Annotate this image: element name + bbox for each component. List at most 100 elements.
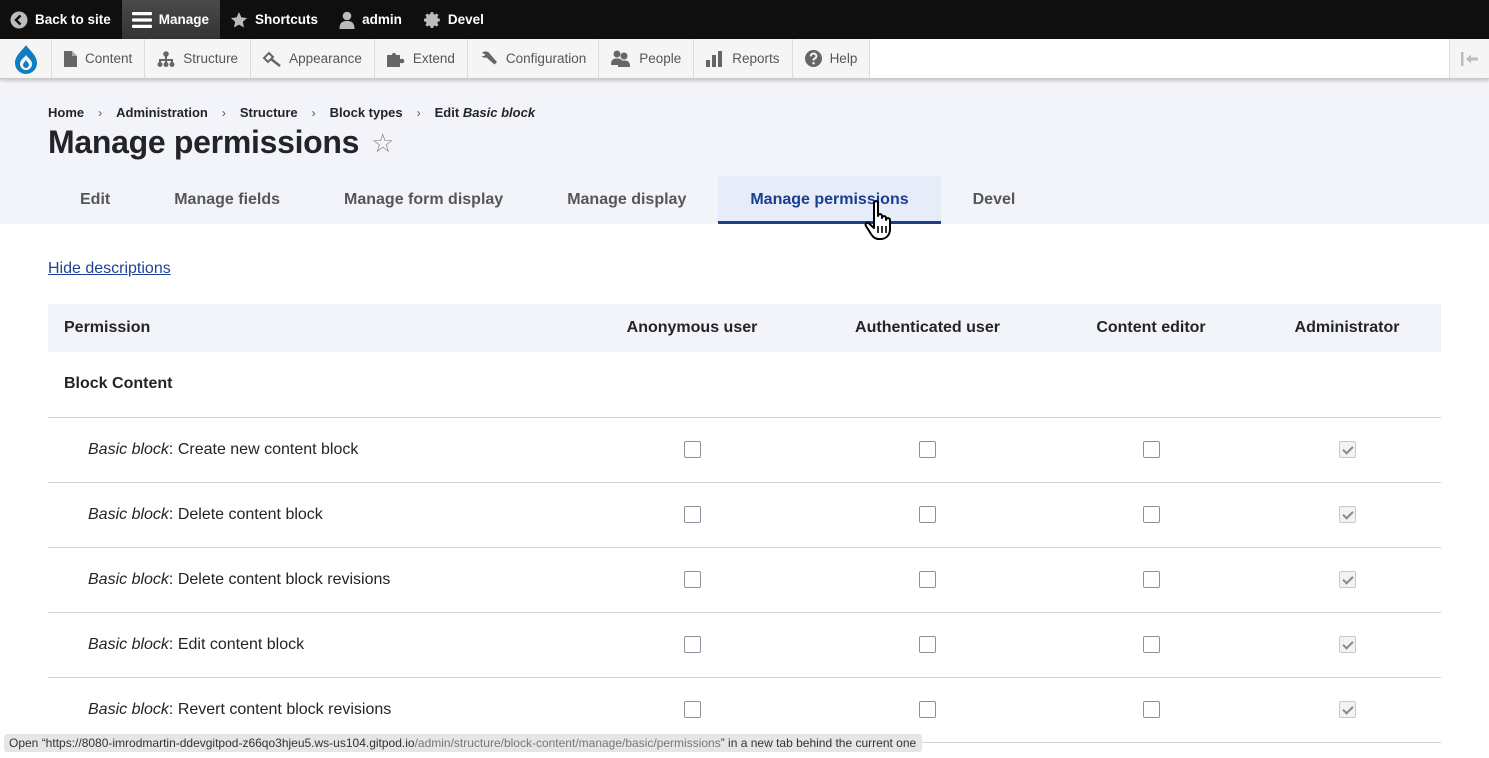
user-icon xyxy=(339,11,355,29)
breadcrumb: Home › Administration › Structure › Bloc… xyxy=(48,79,1441,120)
permission-name: Basic block: Delete content block xyxy=(48,482,578,548)
page-header: Home › Administration › Structure › Bloc… xyxy=(0,79,1489,224)
permission-bundle: Basic block xyxy=(88,570,169,588)
permission-cell-anonymous xyxy=(578,417,806,483)
page-title: Manage permissions xyxy=(48,124,360,160)
checkbox-anonymous[interactable] xyxy=(683,635,701,653)
hamburger-icon xyxy=(131,11,152,28)
tab-manage-form-display[interactable]: Manage form display xyxy=(312,176,535,224)
tray-appearance[interactable]: Appearance xyxy=(251,39,375,78)
header-permission: Permission xyxy=(48,304,578,352)
main-content: Hide descriptions Permission Anonymous u… xyxy=(0,224,1489,743)
toolbar-shortcuts[interactable]: Shortcuts xyxy=(220,0,329,39)
permission-cell-authenticated xyxy=(806,677,1049,743)
admin-toolbar: Back to site Manage Shortcuts admin Deve… xyxy=(0,0,1489,39)
tab-manage-display[interactable]: Manage display xyxy=(535,176,718,224)
tab-devel[interactable]: Devel xyxy=(941,176,1048,224)
checkbox-content-editor[interactable] xyxy=(1142,505,1160,523)
permission-name: Basic block: Edit content block xyxy=(48,612,578,678)
tray-reports[interactable]: Reports xyxy=(694,39,793,78)
checkbox-authenticated[interactable] xyxy=(919,570,936,588)
permission-cell-content-editor xyxy=(1049,482,1253,548)
tray-label: Content xyxy=(85,51,133,66)
hand-pointer-cursor-icon xyxy=(864,200,891,240)
checkbox-administrator[interactable] xyxy=(1338,505,1356,523)
checkbox-content-editor[interactable] xyxy=(1142,635,1160,653)
checkbox-administrator[interactable] xyxy=(1338,440,1356,458)
tray-spacer xyxy=(870,39,1449,78)
checkbox-authenticated[interactable] xyxy=(919,440,936,458)
tray-collapse-button[interactable] xyxy=(1449,39,1489,78)
toolbar-back-to-site[interactable]: Back to site xyxy=(0,0,122,39)
permission-cell-content-editor xyxy=(1049,677,1253,743)
checkbox-anonymous[interactable] xyxy=(683,570,701,588)
tray-people[interactable]: People xyxy=(599,39,695,78)
permissions-table: Permission Anonymous user Authenticated … xyxy=(48,304,1441,743)
hide-descriptions-link[interactable]: Hide descriptions xyxy=(48,260,171,278)
permission-bundle: Basic block xyxy=(88,505,169,523)
puzzle-icon xyxy=(386,52,405,67)
tray-structure[interactable]: Structure xyxy=(145,39,252,78)
tray-label: Reports xyxy=(732,51,780,66)
tray-label: Extend xyxy=(412,51,455,66)
breadcrumb-home[interactable]: Home xyxy=(48,105,84,120)
permission-cell-authenticated xyxy=(806,547,1049,613)
permission-cell-content-editor xyxy=(1049,417,1253,483)
checkbox-anonymous[interactable] xyxy=(683,700,701,718)
checkbox-content-editor[interactable] xyxy=(1142,440,1160,458)
permission-cell-administrator xyxy=(1253,677,1441,743)
breadcrumb-structure[interactable]: Structure xyxy=(240,105,298,120)
permission-label: : Delete content block revisions xyxy=(168,570,391,588)
help-icon xyxy=(804,50,822,67)
tray-configuration[interactable]: Configuration xyxy=(468,39,600,78)
checkbox-administrator[interactable] xyxy=(1338,700,1356,718)
table-row: Basic block: Revert content block revisi… xyxy=(48,677,1441,743)
toolbar-user[interactable]: admin xyxy=(329,0,413,39)
table-row: Basic block: Delete content block revisi… xyxy=(48,547,1441,613)
module-row: Block Content xyxy=(48,352,1441,418)
breadcrumb-edit-basic-block[interactable]: Edit Basic block xyxy=(435,105,535,120)
checkbox-content-editor[interactable] xyxy=(1142,570,1160,588)
tray-label: Structure xyxy=(183,51,239,66)
tray-content[interactable]: Content xyxy=(52,39,146,78)
drupal-logo-icon xyxy=(14,44,37,74)
checkbox-authenticated[interactable] xyxy=(919,700,936,718)
permission-name: Basic block: Revert content block revisi… xyxy=(48,677,578,743)
checkbox-administrator[interactable] xyxy=(1338,635,1356,653)
permission-bundle: Basic block xyxy=(88,700,169,718)
sitemap-icon xyxy=(157,50,175,67)
checkbox-content-editor[interactable] xyxy=(1142,700,1160,718)
toolbar-devel[interactable]: Devel xyxy=(413,0,495,39)
checkbox-administrator[interactable] xyxy=(1338,570,1356,588)
tab-edit[interactable]: Edit xyxy=(48,176,142,224)
permission-cell-anonymous xyxy=(578,677,806,743)
toolbar-manage[interactable]: Manage xyxy=(121,0,221,39)
tray-help[interactable]: Help xyxy=(793,39,871,78)
breadcrumb-separator: › xyxy=(98,105,103,120)
tab-manage-permissions[interactable]: Manage permissions xyxy=(718,176,941,224)
wrench-icon xyxy=(481,50,497,64)
tab-manage-fields[interactable]: Manage fields xyxy=(142,176,312,224)
breadcrumb-block-types[interactable]: Block types xyxy=(330,105,403,120)
checkbox-anonymous[interactable] xyxy=(683,440,701,458)
tray-extend[interactable]: Extend xyxy=(375,39,468,78)
drupal-logo[interactable] xyxy=(0,39,52,78)
permission-bundle: Basic block xyxy=(88,440,169,458)
permission-cell-administrator xyxy=(1253,612,1441,678)
checkbox-authenticated[interactable] xyxy=(919,635,936,653)
add-shortcut-star-icon[interactable]: ☆ xyxy=(371,130,394,156)
toolbar-label: Shortcuts xyxy=(255,12,319,27)
checkbox-anonymous[interactable] xyxy=(683,505,701,523)
header-content-editor: Content editor xyxy=(1049,304,1253,352)
checkbox-authenticated[interactable] xyxy=(919,505,936,523)
permission-name: Basic block: Delete content block revisi… xyxy=(48,547,578,613)
breadcrumb-administration[interactable]: Administration xyxy=(116,105,208,120)
header-anonymous-user: Anonymous user xyxy=(578,304,806,352)
permission-cell-administrator xyxy=(1253,482,1441,548)
header-administrator: Administrator xyxy=(1253,304,1441,352)
status-url-path: /admin/structure/block-content/manage/ba… xyxy=(414,736,721,750)
tray-label: Configuration xyxy=(505,51,587,66)
permission-cell-authenticated xyxy=(806,612,1049,678)
permission-cell-anonymous xyxy=(578,547,806,613)
back-arrow-circle-icon xyxy=(10,11,28,28)
